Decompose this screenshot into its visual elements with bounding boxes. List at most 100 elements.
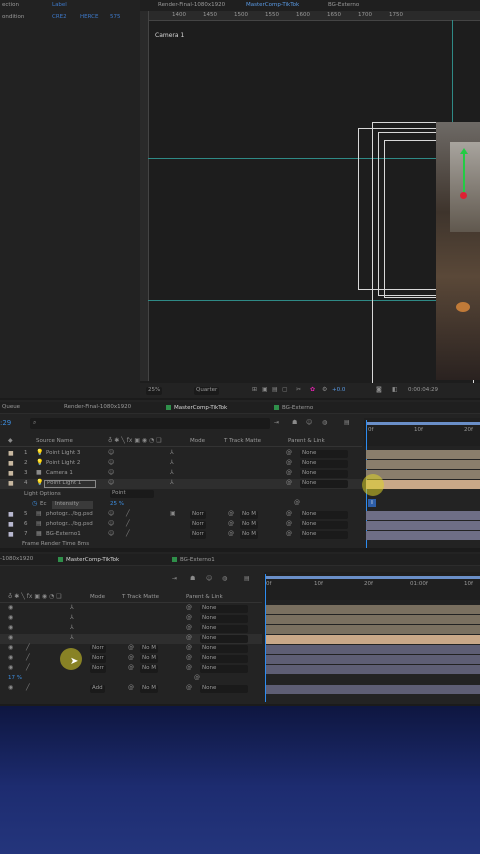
layer-bar[interactable]: [266, 685, 480, 694]
draft-3d-icon[interactable]: ☗: [190, 576, 195, 582]
pick-whip-icon[interactable]: @: [186, 605, 192, 611]
tab-mastercomp[interactable]: MasterComp-TikTok: [166, 405, 227, 412]
3d-layer-icon[interactable]: ⅄: [170, 450, 174, 456]
work-area-bar[interactable]: [266, 576, 480, 579]
tab-render-final[interactable]: Render-Final-1080x1920: [64, 404, 131, 411]
parent-dropdown[interactable]: None: [200, 655, 248, 663]
shy-icon[interactable]: ☺: [108, 460, 114, 466]
source-name-header[interactable]: Source Name: [36, 438, 73, 445]
visibility-icon[interactable]: ◉: [8, 625, 13, 631]
parent-dropdown[interactable]: None: [300, 460, 348, 468]
tab-bg-externo[interactable]: BG-Externo1: [172, 557, 215, 564]
label-color-icon[interactable]: ■: [8, 522, 14, 528]
mask-icon[interactable]: ▣: [262, 387, 268, 393]
track-matte-icon[interactable]: @: [128, 685, 134, 691]
layer-row[interactable]: ■ 7 ▦ BG-Externo1 ☺ ╱ Norr @ No M @ None: [0, 530, 362, 540]
visibility-icon[interactable]: ◉: [8, 615, 13, 621]
resolution-dropdown[interactable]: Quarter: [194, 387, 220, 395]
keyframe-icon[interactable]: I: [368, 499, 376, 507]
quality-switch-icon[interactable]: ╱: [126, 521, 130, 527]
layer-row[interactable]: ◉ ⅄ @ None: [0, 604, 262, 614]
quality-switch-icon[interactable]: ╱: [26, 685, 30, 691]
exposure-value[interactable]: +0.0: [332, 387, 345, 394]
parent-dropdown[interactable]: None: [300, 470, 348, 478]
expression-icon[interactable]: Ec: [40, 501, 47, 508]
3d-layer-icon[interactable]: ⅄: [70, 615, 74, 621]
shy-layers-icon[interactable]: ☺: [206, 576, 212, 582]
parent-dropdown[interactable]: None: [200, 605, 248, 613]
condition-value-1[interactable]: CRE2: [52, 14, 67, 21]
layer-name[interactable]: Point Light 3: [46, 450, 80, 457]
label-color-icon[interactable]: ■: [8, 481, 14, 487]
layer-bar[interactable]: [366, 521, 480, 530]
condition-value-3[interactable]: 575: [110, 14, 121, 21]
visibility-icon[interactable]: ◉: [8, 685, 13, 691]
mode-dropdown[interactable]: Add: [90, 685, 105, 693]
layer-row[interactable]: ◉ ╱ Add @ No M @ None: [0, 684, 262, 694]
layer-row[interactable]: ◉ ╱ Norr @ No M @ None: [0, 644, 262, 654]
stopwatch-icon[interactable]: ◷: [32, 501, 37, 507]
track-matte-dropdown[interactable]: No M: [140, 655, 158, 663]
shy-icon[interactable]: ☺: [108, 511, 114, 517]
track-matte-dropdown[interactable]: No M: [140, 685, 158, 693]
pick-whip-icon[interactable]: @: [286, 521, 292, 527]
zoom-dropdown[interactable]: 25%: [146, 387, 163, 395]
label-color-icon[interactable]: ■: [8, 532, 14, 538]
draft-3d-icon[interactable]: ☗: [292, 420, 297, 426]
visibility-icon[interactable]: ◉: [8, 665, 13, 671]
graph-editor-icon[interactable]: ▤: [344, 420, 350, 426]
shy-icon[interactable]: ☺: [108, 480, 114, 486]
timeline-ruler[interactable]: 0f 10f 20f: [364, 418, 480, 446]
y-axis-arrow-icon[interactable]: [460, 148, 468, 154]
label-color-icon[interactable]: ■: [8, 471, 14, 477]
visibility-icon[interactable]: ◉: [8, 645, 13, 651]
shy-icon[interactable]: ☺: [108, 531, 114, 537]
layer-row[interactable]: ◉ ⅄ @ None: [0, 614, 262, 624]
intensity-value[interactable]: 17 %: [8, 675, 22, 682]
layer-row[interactable]: ◉ ╱ Norr @ No M @ None: [0, 664, 262, 674]
layer-row-selected[interactable]: ◉ ⅄ @ None: [0, 634, 262, 644]
layer-row-selected[interactable]: ■ 4 💡 Point Light 1 ☺ ⅄ @ None: [0, 479, 362, 489]
visibility-icon[interactable]: ◉: [8, 635, 13, 641]
timeline-ruler[interactable]: 0f 10f 20f 01:00f 10f: [264, 572, 480, 600]
layer-bar[interactable]: [366, 460, 480, 469]
layer-search-input[interactable]: ⌕: [30, 418, 270, 429]
track-matte-icon[interactable]: @: [128, 655, 134, 661]
track-matte-icon[interactable]: @: [128, 665, 134, 671]
mode-dropdown[interactable]: Norr: [190, 521, 206, 529]
parent-dropdown[interactable]: None: [300, 531, 348, 539]
3d-layer-icon[interactable]: ⅄: [70, 605, 74, 611]
mode-dropdown[interactable]: Norr: [190, 531, 206, 539]
mode-dropdown[interactable]: Norr: [90, 645, 106, 653]
mode-dropdown[interactable]: Norr: [190, 511, 206, 519]
layer-bar[interactable]: [366, 470, 480, 479]
3d-layer-icon[interactable]: ⅄: [170, 470, 174, 476]
quality-switch-icon[interactable]: ╱: [126, 511, 130, 517]
region-icon[interactable]: ▢: [282, 387, 288, 393]
work-area-bar[interactable]: [366, 422, 480, 425]
label-color-icon[interactable]: ■: [8, 512, 14, 518]
pick-whip-icon[interactable]: @: [286, 511, 292, 517]
intensity-value[interactable]: 25 %: [110, 501, 124, 508]
layer-row[interactable]: ■ 1 💡 Point Light 3 ☺ ⅄ @ None: [0, 449, 362, 459]
parent-dropdown[interactable]: None: [200, 685, 248, 693]
label-color-icon[interactable]: ■: [8, 451, 14, 457]
parent-dropdown[interactable]: None: [200, 645, 248, 653]
layer-bar[interactable]: [266, 645, 480, 654]
intensity-row[interactable]: ◷ Ec Intensity 25 %: [0, 500, 362, 510]
tab-mastercomp[interactable]: MasterComp-TikTok: [58, 557, 119, 564]
adjustment-layer-icon[interactable]: ▣: [170, 511, 176, 517]
tab-bg-externo[interactable]: BG-Externo: [274, 405, 313, 412]
track-matte-icon[interactable]: @: [228, 521, 234, 527]
layer-bar[interactable]: [366, 531, 480, 540]
viewer-tab-mastercomp[interactable]: MasterComp-TikTok: [246, 2, 299, 9]
composition-mini-flowchart-icon[interactable]: ⇥: [274, 420, 279, 426]
layer-row[interactable]: ■ 2 💡 Point Light 2 ☺ ⅄ @ None: [0, 459, 362, 469]
viewer-tab-bg-externo[interactable]: BG-Externo: [328, 2, 359, 9]
graph-editor-icon[interactable]: ▤: [244, 576, 250, 582]
motion-blur-icon[interactable]: ◍: [322, 420, 327, 426]
motion-blur-icon[interactable]: ◍: [222, 576, 227, 582]
label-color-icon[interactable]: ■: [8, 461, 14, 467]
pick-whip-icon[interactable]: @: [186, 625, 192, 631]
quality-switch-icon[interactable]: ╱: [126, 531, 130, 537]
